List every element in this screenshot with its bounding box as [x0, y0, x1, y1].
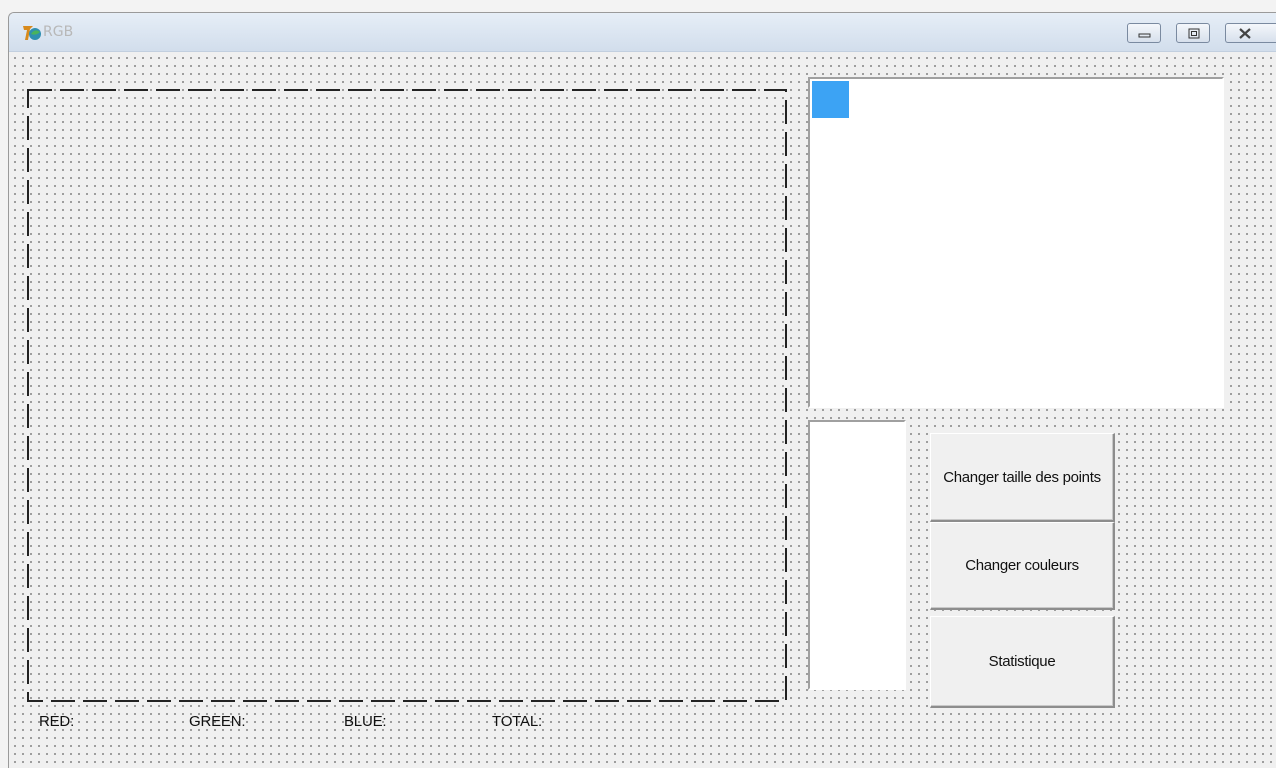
change-point-size-button[interactable]: Changer taille des points [930, 433, 1115, 522]
red-label: RED: [39, 713, 75, 730]
window-title: RGB [43, 24, 74, 40]
change-colors-button[interactable]: Changer couleurs [930, 522, 1115, 610]
values-list-box[interactable] [808, 420, 906, 690]
title-bar[interactable]: RGB [9, 13, 1276, 52]
minimize-button[interactable] [1127, 23, 1161, 43]
drawing-canvas[interactable] [27, 89, 787, 702]
maximize-icon [1188, 28, 1200, 39]
form-client-area: Changer taille des points Changer couleu… [9, 52, 1276, 768]
statistics-button[interactable]: Statistique [930, 616, 1115, 708]
app-window: RGB Changer taille des points Changer co… [8, 12, 1276, 768]
minimize-icon [1138, 33, 1151, 38]
close-icon [1239, 28, 1251, 39]
green-label: GREEN: [189, 713, 246, 730]
app-logo-icon [23, 26, 41, 40]
color-preview-panel[interactable] [808, 77, 1224, 408]
close-button[interactable] [1225, 23, 1276, 43]
color-swatch [812, 81, 849, 118]
maximize-button[interactable] [1176, 23, 1210, 43]
total-label: TOTAL: [492, 713, 542, 730]
blue-label: BLUE: [344, 713, 387, 730]
